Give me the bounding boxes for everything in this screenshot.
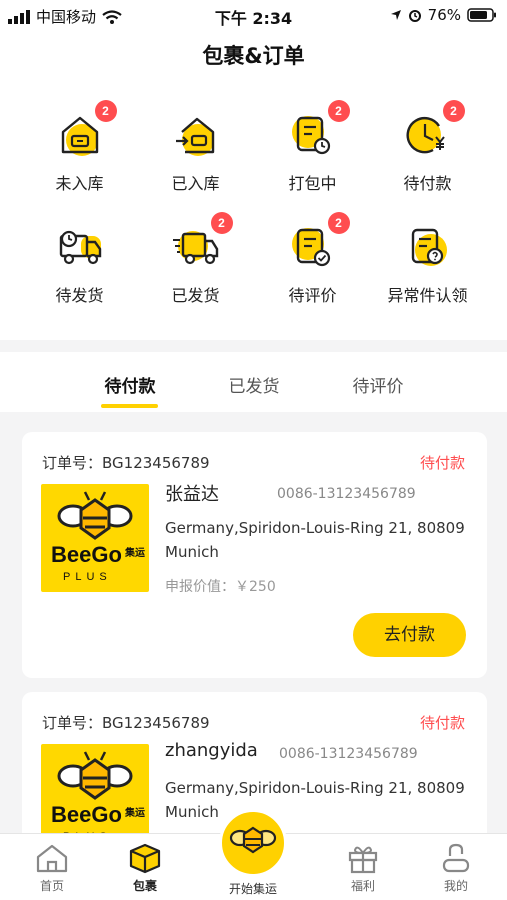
grid-badge: 2 <box>327 100 350 122</box>
grid-item-stored[interactable]: 已入库 <box>132 110 259 194</box>
order-status: 待付款 <box>419 454 465 472</box>
declared-value: 申报价值：￥250 <box>165 579 276 595</box>
grid-item-shipped[interactable]: 2 已发货 <box>132 212 259 306</box>
tab-pending-review[interactable]: 待评价 <box>318 372 438 397</box>
grid-badge: 2 <box>210 212 233 234</box>
pay-button[interactable]: 去付款 <box>353 613 466 657</box>
grid-item-pending-payment[interactable]: 2 待付款 <box>364 100 491 194</box>
logo-brand: BeeGo <box>51 802 122 827</box>
recipient-address: Germany,Spiridon-Louis-Ring 21, 80809 Mu… <box>165 519 465 561</box>
user-icon <box>442 843 470 873</box>
nav-label: 福利 <box>350 879 375 893</box>
recipient-name: zhangyida <box>165 740 258 761</box>
grid-label: 异常件认领 <box>387 286 468 305</box>
nav-parcel[interactable]: 包裹 <box>95 842 195 894</box>
logo-brand: BeeGo <box>51 542 122 567</box>
nav-label: 我的 <box>443 879 468 893</box>
grid-item-not-stored[interactable]: 2 未入库 <box>16 100 143 194</box>
start-consolidation-label: 开始集运 <box>228 882 277 896</box>
package-icon <box>129 843 161 874</box>
battery-icon <box>467 8 496 22</box>
gift-icon <box>348 846 378 874</box>
grid-item-packing[interactable]: 2 打包中 <box>249 100 376 194</box>
grid-badge: 2 <box>327 212 350 234</box>
tab-pending-payment[interactable]: 待付款 <box>70 372 190 397</box>
order-tabs: 待付款 已发货 待评价 <box>0 352 507 412</box>
truck-clock-icon <box>59 230 101 265</box>
page-title: 包裹&订单 <box>202 44 305 68</box>
recipient-name: 张益达 <box>165 484 219 505</box>
grid-label: 未入库 <box>55 174 104 193</box>
nav-label: 首页 <box>39 879 64 893</box>
nav-label: 包裹 <box>132 879 157 893</box>
active-tab-indicator <box>101 404 158 408</box>
home-icon <box>36 844 68 873</box>
grid-item-pending-review[interactable]: 2 待评价 <box>249 212 376 306</box>
grid-label: 打包中 <box>288 174 337 193</box>
recipient-phone: 0086-13123456789 <box>277 486 416 502</box>
order-number: 订单号：BG123456789 <box>42 714 210 732</box>
logo-cn-2: 集运 <box>124 806 145 819</box>
nav-benefit[interactable]: 福利 <box>313 842 413 894</box>
order-card[interactable]: 订单号：BG123456789 待付款 BeeGo 集运 PLUS 张益达 00… <box>22 432 487 678</box>
grid-badge: 2 <box>94 100 117 122</box>
tab-shipped[interactable]: 已发货 <box>194 372 314 397</box>
grid-label: 已发货 <box>171 286 220 305</box>
house-arrow-icon <box>175 117 214 156</box>
grid-item-pending-shipment[interactable]: 待发货 <box>16 222 143 306</box>
location-icon <box>390 10 401 20</box>
grid-label: 已入库 <box>171 174 220 193</box>
bee-icon <box>229 826 277 854</box>
recipient-address: Germany,Spiridon-Louis-Ring 21, 80809 Mu… <box>165 779 465 821</box>
start-consolidation-button[interactable] <box>219 809 287 877</box>
alarm-icon <box>408 10 421 22</box>
nav-mine[interactable]: 我的 <box>406 842 506 894</box>
logo-cn-1: 集运 <box>124 546 145 559</box>
grid-badge: 2 <box>442 100 465 122</box>
recipient-phone: 0086-13123456789 <box>279 746 418 762</box>
nav-home[interactable]: 首页 <box>2 842 102 894</box>
order-number: 订单号：BG123456789 <box>42 454 210 472</box>
status-bar: 中国移动 下午 2:34 76% <box>0 0 507 30</box>
order-status: 待付款 <box>419 714 465 732</box>
logo-sub: PLUS <box>63 571 112 583</box>
beego-logo: BeeGo 集运 PLUS <box>41 484 149 592</box>
grid-label: 待评价 <box>288 286 337 305</box>
battery-percent: 76% <box>427 6 461 24</box>
question-doc-icon <box>411 228 447 266</box>
grid-label: 待发货 <box>55 286 104 305</box>
grid-item-exception-claim[interactable]: 异常件认领 <box>364 222 491 306</box>
grid-label: 待付款 <box>403 174 452 193</box>
